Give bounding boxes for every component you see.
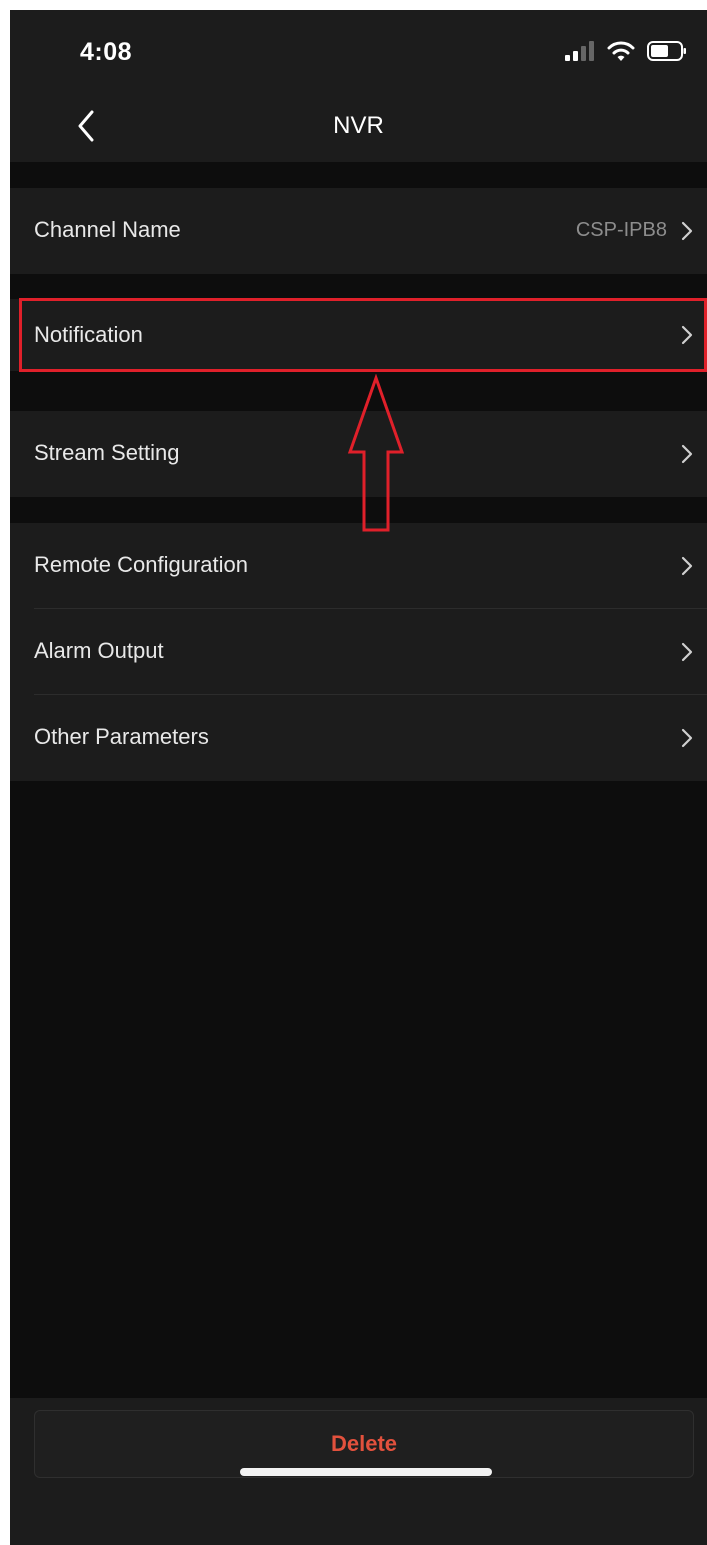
stream-setting-label: Stream Setting [34, 440, 180, 465]
status-icons [565, 38, 687, 64]
settings-group-notification: Notification [10, 299, 707, 371]
remote-configuration-row[interactable]: Remote Configuration [10, 523, 707, 609]
cellular-signal-icon [565, 41, 594, 61]
home-indicator [240, 1468, 492, 1476]
settings-group-channel: Channel Name CSP-IPB8 [10, 188, 707, 274]
notification-row[interactable]: Notification [10, 299, 707, 371]
page-title: NVR [333, 112, 384, 139]
alarm-output-label: Alarm Output [34, 638, 164, 663]
settings-group-stream: Stream Setting [10, 411, 707, 497]
chevron-right-icon [681, 444, 693, 464]
wifi-icon [607, 41, 635, 61]
nav-bar: NVR [10, 90, 707, 162]
status-bar: 4:08 [10, 10, 707, 90]
other-parameters-label: Other Parameters [34, 724, 209, 749]
channel-name-label: Channel Name [34, 217, 181, 242]
stream-setting-row[interactable]: Stream Setting [10, 411, 707, 497]
channel-name-value: CSP-IPB8 [575, 219, 667, 241]
chevron-right-icon [681, 325, 693, 345]
channel-name-row[interactable]: Channel Name CSP-IPB8 [10, 188, 707, 274]
other-parameters-row[interactable]: Other Parameters [10, 695, 707, 781]
phone-screen: 4:08 NVR Channel Name CSP-IPB8 Notificat… [10, 10, 707, 1545]
battery-icon [647, 41, 686, 61]
alarm-output-row[interactable]: Alarm Output [10, 609, 707, 695]
status-time: 4:08 [80, 38, 133, 66]
notification-label: Notification [34, 322, 143, 347]
chevron-right-icon [681, 728, 693, 748]
chevron-right-icon [681, 642, 693, 662]
settings-group-advanced: Remote Configuration Alarm Output Other … [10, 523, 707, 781]
chevron-right-icon [681, 556, 693, 576]
chevron-right-icon [681, 221, 693, 241]
remote-configuration-label: Remote Configuration [34, 552, 249, 577]
